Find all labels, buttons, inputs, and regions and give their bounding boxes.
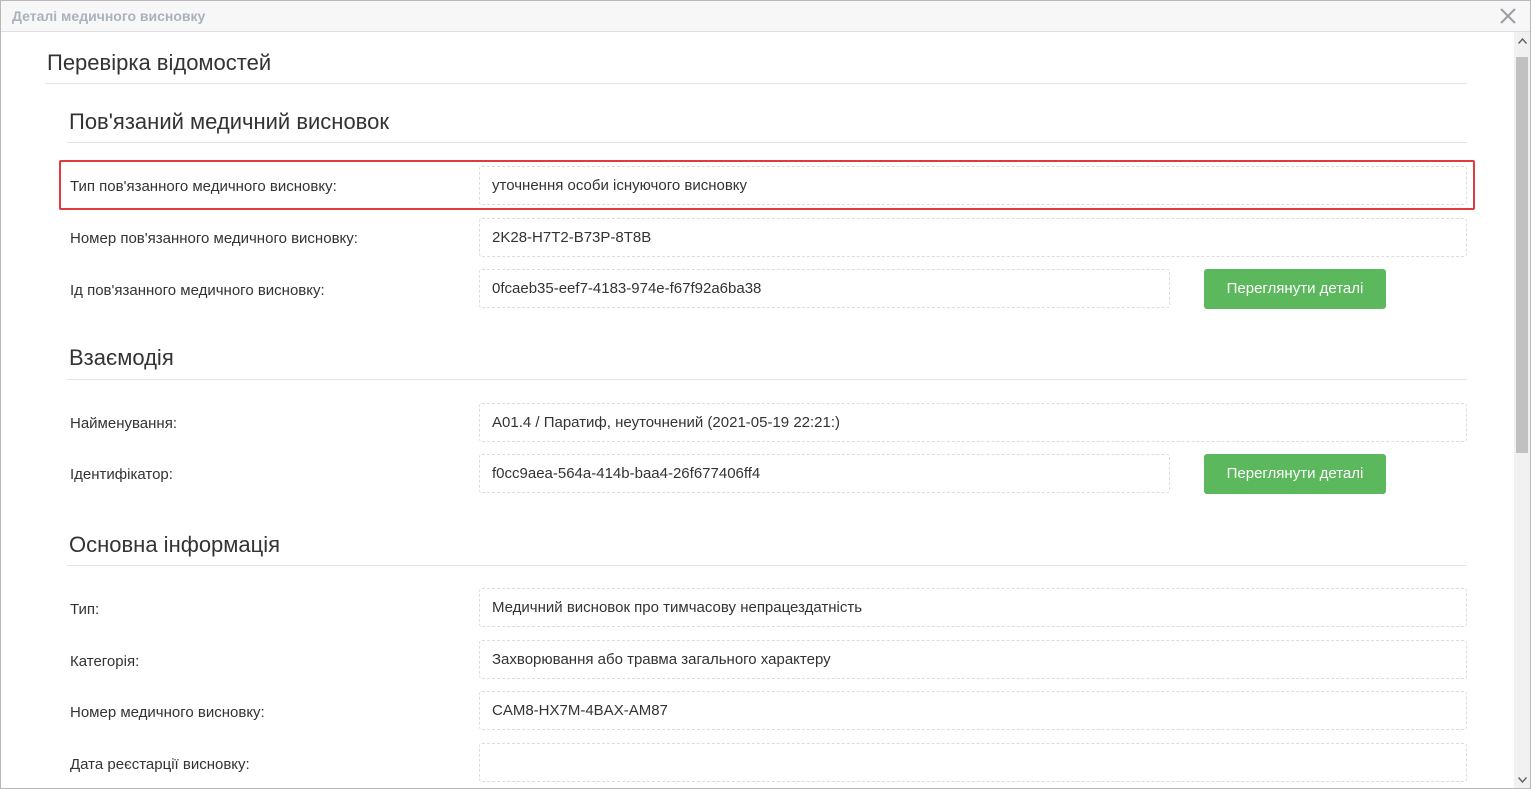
related-id-field: 0fcaeb35-eef7-4183-974e-f67f92a6ba38: [479, 269, 1170, 308]
scroll-up-button[interactable]: [1514, 32, 1530, 49]
section-title-related: Пов'язаний медичний висновок: [69, 109, 389, 134]
section-divider-interaction: [67, 379, 1467, 380]
related-number-field: 2K28-H7T2-B73P-8T8B: [479, 218, 1467, 257]
scroll-thumb[interactable]: [1516, 57, 1528, 453]
related-view-details-button[interactable]: Переглянути деталі: [1204, 269, 1386, 309]
dialog-titlebar: Деталі медичного висновку: [1, 1, 1530, 32]
related-number-label: Номер пов'язанного медичного висновку:: [70, 230, 358, 247]
interaction-view-details-button[interactable]: Переглянути деталі: [1204, 454, 1386, 494]
dialog-title: Деталі медичного висновку: [12, 8, 206, 24]
interaction-name-field: A01.4 / Паратиф, неуточнений (2021-05-19…: [479, 403, 1467, 442]
related-id-label: Ід пов'язанного медичного висновку:: [70, 282, 325, 299]
main-number-field: CAM8-HX7M-4BAX-AM87: [479, 691, 1467, 730]
main-reg-date-label: Дата реєстарції висновку:: [70, 756, 250, 773]
main-type-field: Медичний висновок про тимчасову непрацез…: [479, 588, 1467, 627]
page-divider: [45, 83, 1467, 84]
main-category-field: Захворювання або травма загального харак…: [479, 640, 1467, 679]
main-reg-date-field: [479, 743, 1467, 782]
related-type-label: Тип пов'язанного медичного висновку:: [70, 178, 337, 195]
close-icon: [1500, 8, 1516, 24]
close-button[interactable]: [1496, 4, 1520, 28]
chevron-up-icon: [1517, 37, 1527, 44]
dialog-window: Деталі медичного висновку Перевірка відо…: [0, 0, 1531, 789]
main-category-label: Категорія:: [70, 653, 140, 670]
interaction-name-label: Найменування:: [70, 415, 177, 432]
main-type-label: Тип:: [70, 601, 100, 618]
vertical-scrollbar[interactable]: [1514, 32, 1530, 788]
related-type-field: уточнення особи існуючого висновку: [479, 166, 1467, 205]
section-divider-main-info: [67, 565, 1467, 566]
section-divider-related: [67, 142, 1467, 143]
page-title: Перевірка відомостей: [47, 50, 272, 75]
section-title-main-info: Основна інформація: [69, 532, 281, 557]
interaction-identifier-label: Ідентифікатор:: [70, 466, 173, 483]
interaction-identifier-field: f0cc9aea-564a-414b-baa4-26f677406ff4: [479, 454, 1170, 493]
scroll-down-button[interactable]: [1514, 771, 1530, 788]
section-title-interaction: Взаємодія: [69, 345, 174, 370]
main-number-label: Номер медичного висновку:: [70, 704, 265, 721]
dialog-content: Перевірка відомостей Пов'язаний медичний…: [1, 32, 1514, 788]
chevron-down-icon: [1517, 776, 1527, 783]
